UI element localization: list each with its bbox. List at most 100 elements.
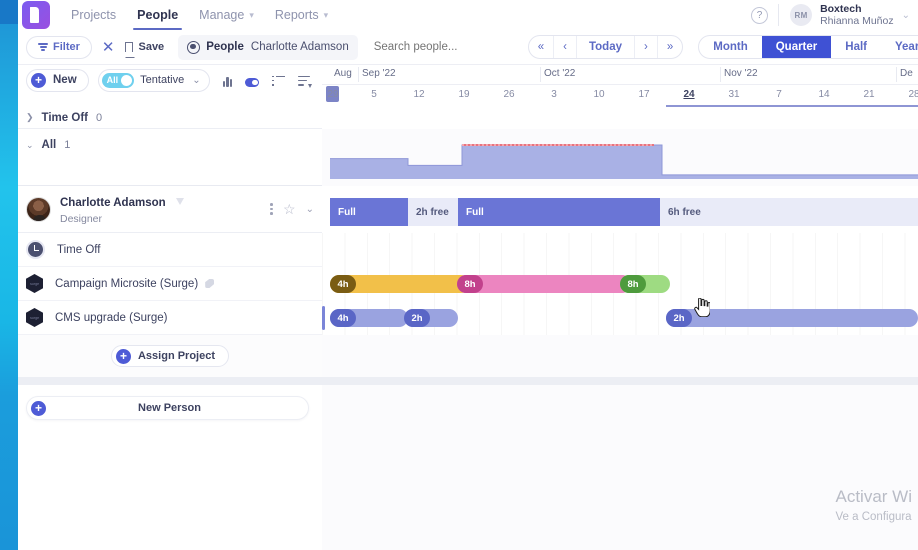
schedule-toolbar: + New All Tentative ⌄	[18, 65, 322, 95]
allocation-bar[interactable]: 4h	[330, 309, 408, 327]
range-month-button[interactable]: Month	[699, 36, 761, 58]
tentative-toggle[interactable]: All	[101, 72, 135, 88]
row-label-cms-upgrade[interactable]: surge CMS upgrade (Surge)	[18, 301, 322, 335]
timeline-header[interactable]: Aug Sep '22 Oct '22 Nov '22 De 29 5 12 19 26 3 10 1…	[322, 65, 918, 107]
chevron-down-icon[interactable]: ⌄	[902, 10, 910, 21]
allocation-bar[interactable]: 2h	[666, 309, 918, 327]
allocation-bar[interactable]: 4h	[330, 275, 470, 293]
month-separator	[540, 67, 541, 82]
row-label-text: Time Off	[57, 243, 101, 256]
timeline-selection-underline	[666, 105, 918, 107]
range-year-button[interactable]: Year	[881, 36, 918, 58]
avatar[interactable]: RM	[790, 4, 813, 26]
allocation-hours-badge: 4h	[330, 275, 356, 293]
new-person-row: + New Person	[18, 385, 322, 431]
top-navigation-bar: Projects People Manage ▾ Reports ▾ ? RM …	[18, 0, 918, 30]
nav-item-manage[interactable]: Manage ▾	[199, 0, 254, 30]
scope-chip[interactable]: People Charlotte Adamson	[178, 34, 358, 60]
nav-item-reports-label: Reports	[274, 8, 319, 22]
view-options-group	[222, 74, 313, 88]
help-icon[interactable]: ?	[751, 6, 769, 24]
jump-forward-button[interactable]: »	[658, 36, 682, 58]
assign-project-label: Assign Project	[137, 350, 216, 362]
avatar[interactable]	[26, 196, 51, 222]
day-label: 14	[818, 89, 830, 100]
clear-filters-button[interactable]: ✕	[102, 38, 115, 56]
nav-item-reports[interactable]: Reports ▾	[275, 0, 328, 30]
section-divider	[322, 377, 918, 385]
allocation-hours-badge: 2h	[404, 309, 430, 327]
scope-chip-label: People	[206, 41, 244, 53]
chevron-down-icon: ▾	[323, 9, 329, 20]
allocation-hours-badge: 2h	[666, 309, 692, 327]
row-label-campaign-microsite[interactable]: surge Campaign Microsite (Surge)	[18, 267, 322, 301]
today-label: Today	[588, 41, 622, 53]
month-label: De	[900, 68, 913, 79]
range-year-label: Year	[895, 41, 918, 53]
day-label: 24	[683, 89, 695, 100]
timeoff-timeline-row[interactable]	[322, 233, 918, 267]
nav-item-people[interactable]: People	[133, 0, 183, 30]
new-button-label: New	[53, 74, 77, 86]
new-person-button[interactable]: + New Person	[26, 396, 309, 420]
next-button[interactable]: ›	[635, 36, 658, 58]
today-button[interactable]: Today	[577, 36, 635, 58]
day-label: 10	[593, 89, 605, 100]
timeline-grid[interactable]: Full 2h free Full 6h free 4h 8h 8h 4h 2h 2h	[322, 107, 918, 550]
sidebar-empty-area	[18, 431, 322, 550]
project-1-timeline-row[interactable]: 4h 8h 8h	[322, 267, 918, 301]
list-icon[interactable]	[272, 74, 286, 87]
chevron-down-icon[interactable]: ⌄	[192, 75, 200, 86]
close-icon: ✕	[101, 39, 115, 56]
capacity-segment[interactable]: 2h free	[408, 198, 458, 226]
day-label: 3	[551, 89, 557, 100]
left-accent-stripe	[0, 0, 18, 550]
project-2-timeline-row[interactable]: 4h 2h 2h	[322, 301, 918, 335]
people-sidebar: ❯ Time Off 0 ⌄ All 1 Charlotte Adamson D…	[18, 107, 322, 550]
sort-icon[interactable]	[298, 74, 313, 88]
new-button[interactable]: + New	[26, 68, 89, 92]
bar-chart-icon[interactable]	[222, 74, 233, 87]
allocation-bar[interactable]: 2h	[404, 309, 458, 327]
jump-back-button[interactable]: «	[529, 36, 555, 58]
allocation-bar[interactable]: 8h	[620, 275, 670, 293]
new-person-timeline-row	[322, 385, 918, 550]
save-view-button[interactable]: Save	[125, 41, 165, 59]
all-group-header[interactable]: ⌄ All 1	[18, 129, 322, 186]
hexagon-icon-text: surge	[29, 281, 39, 286]
month-label: Nov '22	[724, 68, 758, 79]
timeoff-group-header[interactable]: ❯ Time Off 0	[18, 107, 322, 129]
tentative-filter-button[interactable]: All Tentative ⌄	[97, 68, 210, 92]
assign-project-button[interactable]: + Assign Project	[110, 345, 230, 367]
star-icon[interactable]: ☆	[283, 202, 296, 216]
row-label-time-off[interactable]: Time Off	[18, 233, 322, 267]
person-row[interactable]: Charlotte Adamson Designer ☆ ⌄	[18, 186, 322, 233]
search-input[interactable]	[373, 41, 528, 53]
save-button-label: Save	[138, 41, 165, 53]
capacity-segment[interactable]: Full	[330, 198, 408, 226]
more-options-icon[interactable]	[270, 203, 273, 216]
gem-icon	[176, 198, 185, 205]
bookmark-icon	[125, 42, 136, 59]
range-half-button[interactable]: Half	[831, 36, 881, 58]
allocation-bar[interactable]: 8h	[457, 275, 631, 293]
day-label: 28	[908, 89, 918, 100]
filter-button[interactable]: Filter	[26, 35, 92, 59]
capacity-segment[interactable]: Full	[458, 198, 660, 226]
toggle-on-icon[interactable]	[245, 74, 260, 87]
capacity-segment[interactable]: 6h free	[660, 198, 918, 226]
prev-button[interactable]: ‹	[554, 36, 577, 58]
account-block[interactable]: Boxtech Rhianna Muñoz	[820, 3, 894, 28]
range-month-label: Month	[713, 41, 748, 53]
person-capacity-row[interactable]: Full 2h free Full 6h free	[322, 186, 918, 233]
day-label: 7	[776, 89, 782, 100]
assign-project-timeline-row	[322, 335, 918, 377]
float-logo-icon[interactable]	[22, 1, 50, 29]
day-label: 17	[638, 89, 650, 100]
filter-button-label: Filter	[53, 41, 80, 53]
range-quarter-button[interactable]: Quarter	[761, 36, 832, 58]
timeoff-group-timeline-row[interactable]	[322, 107, 918, 129]
chevron-down-icon[interactable]: ⌄	[306, 204, 314, 215]
nav-item-projects[interactable]: Projects	[71, 0, 116, 30]
timeline-days: 295121926310172431714212811	[322, 85, 918, 106]
